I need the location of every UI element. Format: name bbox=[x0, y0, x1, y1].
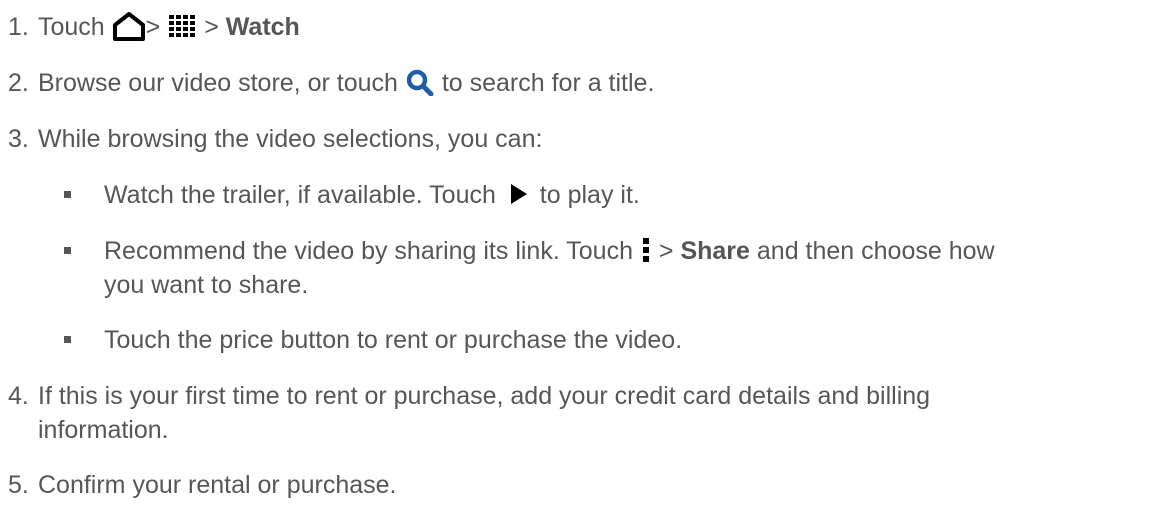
bullet-text: Watch the trailer, if available. Touch t… bbox=[104, 181, 640, 209]
bullet-text: Recommend the video by sharing its link.… bbox=[104, 236, 995, 265]
bullet-marker bbox=[64, 191, 71, 198]
share-label: Share bbox=[680, 237, 750, 265]
more-options-icon bbox=[640, 236, 652, 264]
bullet-marker bbox=[64, 336, 71, 343]
step-number: 1. bbox=[8, 13, 29, 41]
apps-grid-icon bbox=[167, 13, 197, 39]
step-number: 2. bbox=[8, 69, 29, 97]
home-icon bbox=[112, 11, 146, 42]
step-number: 3. bbox=[8, 125, 29, 153]
step-number: 4. bbox=[8, 382, 29, 410]
step-text: Confirm your rental or purchase. bbox=[38, 471, 397, 499]
step-text: Browse our video store, or touch to sear… bbox=[38, 68, 655, 97]
search-icon bbox=[405, 68, 435, 97]
step-text: Touch > > Watch bbox=[38, 11, 300, 42]
step-text: While browsing the video selections, you… bbox=[38, 125, 543, 153]
bullet-text: Touch the price button to rent or purcha… bbox=[104, 326, 683, 354]
watch-label: Watch bbox=[225, 13, 300, 41]
step-text: If this is your first time to rent or pu… bbox=[38, 382, 931, 410]
step-number: 5. bbox=[8, 471, 29, 499]
play-icon bbox=[503, 181, 533, 207]
bullet-marker bbox=[64, 247, 71, 254]
